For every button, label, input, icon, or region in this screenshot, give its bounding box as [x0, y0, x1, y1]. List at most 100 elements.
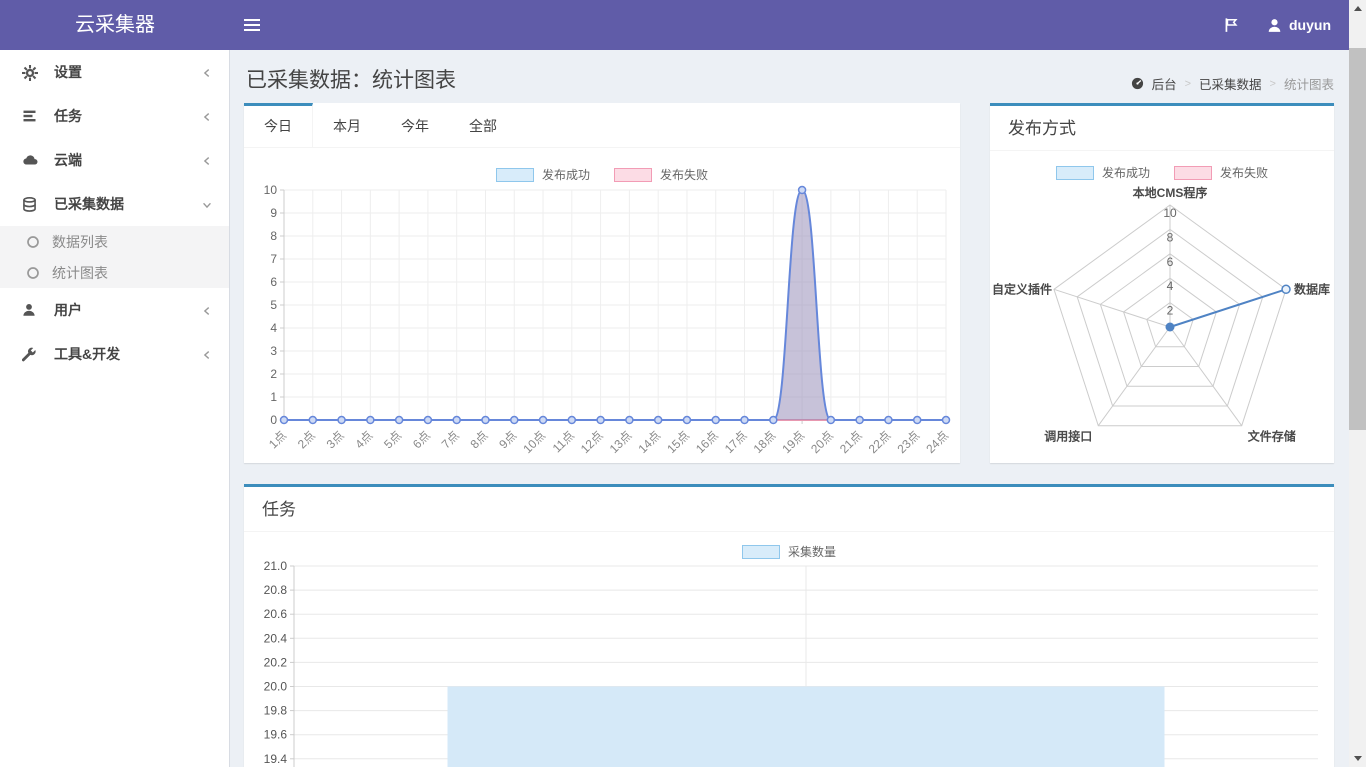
svg-text:16点: 16点 [693, 428, 721, 456]
svg-text:12点: 12点 [578, 428, 606, 456]
sidebar-item-settings[interactable]: 设置 [0, 50, 229, 94]
bar-panel-title: 任务 [244, 487, 1334, 532]
sidebar-item-cloud[interactable]: 云端 [0, 138, 229, 182]
svg-text:4: 4 [1167, 279, 1174, 293]
legend-label: 发布失败 [660, 166, 708, 183]
scrollbar-thumb[interactable] [1349, 48, 1366, 430]
svg-text:24点: 24点 [923, 428, 951, 456]
legend-label: 发布成功 [1102, 164, 1150, 181]
legend-item[interactable]: 发布成功 [496, 166, 590, 183]
svg-text:10: 10 [264, 183, 278, 197]
sidebar-subitem-data-list[interactable]: 数据列表 [0, 226, 229, 257]
sidebar-subitem-label: 数据列表 [52, 232, 108, 252]
flag-icon[interactable] [1223, 17, 1239, 33]
radar-series-success [1170, 289, 1286, 327]
line-chart: 0123456789101点2点3点4点5点6点7点8点9点10点11点12点1… [244, 181, 960, 463]
svg-text:7: 7 [270, 252, 277, 266]
bar-chart-legend: 采集数量 [244, 543, 1334, 560]
breadcrumb-separator: > [1185, 78, 1191, 90]
sidebar-item-tasks[interactable]: 任务 [0, 94, 229, 138]
svg-text:9点: 9点 [496, 428, 519, 451]
svg-text:本地CMS程序: 本地CMS程序 [1133, 185, 1208, 200]
svg-text:14点: 14点 [635, 428, 663, 456]
svg-text:0: 0 [270, 413, 277, 427]
circle-o-icon [26, 266, 40, 280]
page-title: 已采集数据：统计图表 [246, 64, 456, 94]
svg-text:9: 9 [270, 206, 277, 220]
legend-item[interactable]: 发布失败 [1174, 164, 1268, 181]
scroll-up-button[interactable] [1349, 0, 1366, 17]
svg-text:19.8: 19.8 [264, 704, 288, 718]
breadcrumb-item[interactable]: 后台 [1152, 74, 1177, 93]
svg-text:23点: 23点 [895, 428, 923, 456]
chevron-left-icon [201, 66, 213, 78]
sidebar-item-label: 工具&开发 [54, 344, 201, 364]
dashboard-icon [1131, 77, 1144, 90]
svg-text:19.4: 19.4 [264, 752, 288, 766]
svg-text:2: 2 [270, 367, 277, 381]
chevron-left-icon [201, 154, 213, 166]
cloud-icon [22, 153, 44, 168]
svg-text:22点: 22点 [866, 428, 894, 456]
user-icon [22, 303, 44, 318]
tab-今年[interactable]: 今年 [381, 103, 449, 147]
legend-swatch [1056, 166, 1094, 180]
sidebar: 设置任务云端已采集数据数据列表统计图表用户工具&开发 [0, 50, 230, 767]
sidebar-subitem-stats-chart[interactable]: 统计图表 [0, 257, 229, 288]
tab-本月[interactable]: 本月 [313, 103, 381, 147]
svg-text:7点: 7点 [439, 428, 462, 451]
svg-text:8点: 8点 [467, 428, 490, 451]
breadcrumb-item: 统计图表 [1284, 74, 1334, 93]
gear-icon [22, 65, 44, 80]
svg-text:19.6: 19.6 [264, 728, 288, 742]
scroll-down-button[interactable] [1349, 750, 1366, 767]
vertical-scrollbar[interactable] [1349, 0, 1366, 767]
circle-o-icon [26, 235, 40, 249]
grid [280, 190, 946, 424]
svg-text:20.6: 20.6 [264, 607, 288, 621]
tab-今日[interactable]: 今日 [244, 103, 313, 147]
legend-item[interactable]: 发布失败 [614, 166, 708, 183]
svg-text:19点: 19点 [779, 428, 807, 456]
breadcrumb-item[interactable]: 已采集数据 [1199, 74, 1262, 93]
svg-text:13点: 13点 [607, 428, 635, 456]
user-menu[interactable]: duyun [1267, 17, 1331, 33]
svg-text:6: 6 [1167, 255, 1174, 269]
svg-text:1点: 1点 [266, 428, 289, 451]
user-name: duyun [1289, 17, 1331, 33]
svg-text:20.4: 20.4 [264, 631, 288, 645]
sidebar-item-tools-dev[interactable]: 工具&开发 [0, 332, 229, 376]
tab-全部[interactable]: 全部 [449, 103, 517, 147]
line-chart-legend: 发布成功 发布失败 [244, 166, 960, 183]
legend-item[interactable]: 发布成功 [1056, 164, 1150, 181]
sidebar-item-label: 设置 [54, 62, 201, 82]
navbar-right: duyun [1223, 0, 1331, 50]
svg-text:5: 5 [270, 298, 277, 312]
panel-publish-method: 发布方式 发布成功发布失败 246810本地CMS程序数据库文件存储调用接口自定… [990, 103, 1334, 463]
svg-text:11点: 11点 [550, 428, 577, 455]
legend-item[interactable]: 采集数量 [742, 543, 836, 560]
app-brand[interactable]: 云采集器 [0, 0, 230, 50]
sidebar-toggle-icon[interactable] [244, 18, 260, 32]
legend-label: 采集数量 [788, 543, 836, 560]
bar-collect-count [448, 687, 1165, 767]
legend-label: 发布失败 [1220, 164, 1268, 181]
svg-text:15点: 15点 [664, 428, 692, 456]
legend-swatch [742, 545, 780, 559]
chevron-left-icon [201, 304, 213, 316]
radar-chart-legend: 发布成功 发布失败 [990, 164, 1334, 181]
svg-text:自定义插件: 自定义插件 [992, 281, 1052, 296]
sidebar-item-collected-data[interactable]: 已采集数据 [0, 182, 229, 226]
sidebar-item-users[interactable]: 用户 [0, 288, 229, 332]
panel-collected-stats: 今日本月今年全部 发布成功发布失败 0123456789101点2点3点4点5点… [244, 103, 960, 463]
bar-chart: 21.020.820.620.420.220.019.819.619.4 [244, 532, 1334, 767]
legend-swatch [1174, 166, 1212, 180]
svg-text:5点: 5点 [381, 428, 404, 451]
svg-text:数据库: 数据库 [1294, 281, 1330, 296]
svg-text:20点: 20点 [808, 428, 836, 456]
database-icon [22, 197, 44, 212]
sidebar-item-label: 用户 [54, 300, 201, 320]
svg-text:20.2: 20.2 [264, 655, 288, 669]
sidebar-item-label: 云端 [54, 150, 201, 170]
svg-text:4: 4 [270, 321, 277, 335]
